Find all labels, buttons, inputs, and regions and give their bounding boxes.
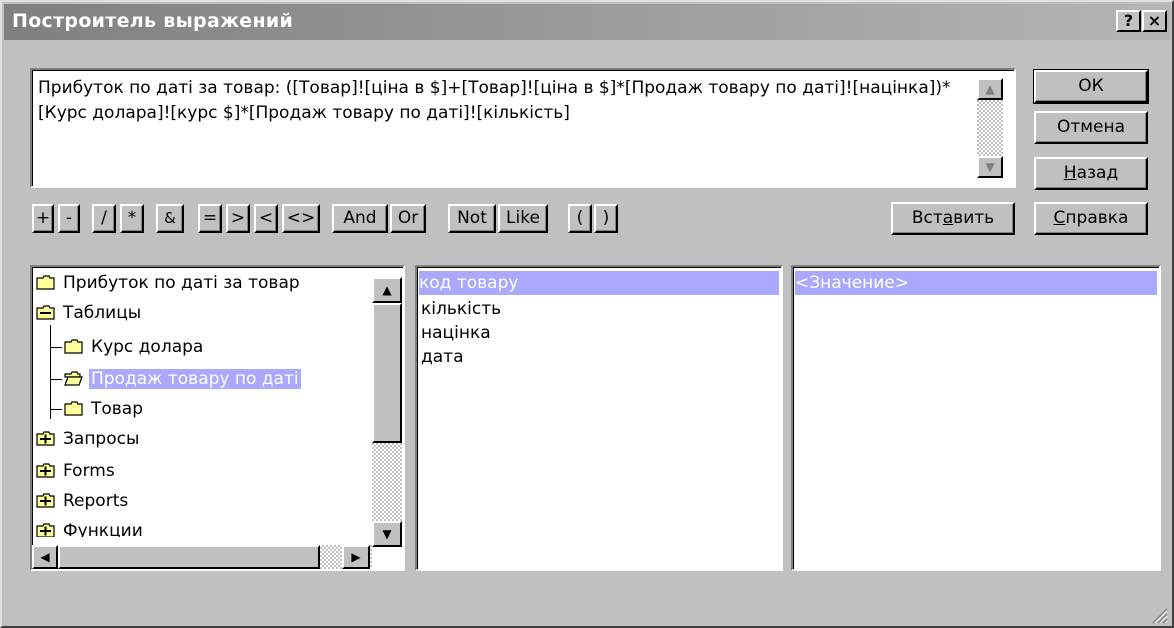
expression-text: Прибуток по даті за товар: ([Товар]![цін…: [38, 78, 951, 123]
op-not-button[interactable]: Not: [448, 204, 496, 233]
close-title-button[interactable]: ×: [1142, 10, 1167, 32]
op-close-paren-button[interactable]: ): [594, 204, 618, 233]
help-title-button[interactable]: ?: [1116, 10, 1141, 32]
tree-item-reports[interactable]: Reports: [36, 487, 130, 515]
tree-item-tovar[interactable]: Товар: [64, 395, 145, 423]
help-label: правка: [1065, 208, 1129, 228]
op-and-button[interactable]: And: [332, 204, 388, 233]
ok-button[interactable]: ОК: [1033, 69, 1149, 104]
folder-icon: [36, 275, 55, 290]
tree-item-forms[interactable]: Forms: [36, 457, 117, 485]
folder-plus-icon: [36, 493, 55, 508]
tree-item-queries[interactable]: Запросы: [36, 425, 141, 453]
folder-plus-icon: [36, 463, 55, 478]
op-open-paren-button[interactable]: (: [568, 204, 592, 233]
tree-item-prodazh[interactable]: Продаж товару по даті: [64, 365, 301, 393]
back-label: азад: [1076, 163, 1119, 183]
scroll-down-button[interactable]: ▼: [977, 156, 1003, 178]
tree-item-functions[interactable]: Функции: [36, 519, 145, 537]
op-plus-button[interactable]: +: [32, 204, 54, 233]
window-title: Построитель выражений: [12, 10, 294, 32]
tree-scroll-right-button[interactable]: ▶: [342, 545, 370, 569]
back-button[interactable]: Назад: [1034, 157, 1148, 190]
expression-scrollbar[interactable]: ▲ ▼: [977, 78, 1003, 178]
tree-hscrollbar[interactable]: ◀ ▶: [32, 545, 372, 569]
size-grip-icon[interactable]: [1150, 606, 1168, 624]
back-accel: Н: [1063, 163, 1077, 183]
list-item[interactable]: націнка: [421, 321, 491, 345]
tree-item-prybutok[interactable]: Прибуток по даті за товар: [36, 269, 302, 297]
paste-accel: а: [942, 208, 954, 228]
list-item[interactable]: дата: [421, 345, 464, 369]
op-or-button[interactable]: Or: [390, 204, 426, 233]
op-multiply-button[interactable]: *: [120, 204, 144, 233]
tree-scroll-thumb[interactable]: [372, 303, 402, 443]
op-concat-button[interactable]: &: [156, 204, 184, 233]
help-accel: С: [1053, 208, 1066, 228]
expression-builder-dialog: Построитель выражений ? × Прибуток по да…: [0, 0, 1174, 628]
tree-scroll-up-button[interactable]: ▲: [372, 277, 402, 303]
tree-scroll-left-button[interactable]: ◀: [32, 545, 58, 569]
folder-plus-icon: [36, 431, 55, 446]
op-like-button[interactable]: Like: [498, 204, 548, 233]
tree-scroll-down-button[interactable]: ▼: [372, 521, 402, 547]
scroll-up-button[interactable]: ▲: [977, 78, 1003, 100]
tree-item-tables[interactable]: Таблицы: [36, 299, 143, 327]
paste-button[interactable]: Вставить: [891, 202, 1015, 235]
cancel-button[interactable]: Отмена: [1034, 111, 1148, 144]
op-notequal-button[interactable]: <>: [282, 204, 320, 233]
tree-hscroll-thumb[interactable]: [58, 545, 320, 569]
op-equal-button[interactable]: =: [198, 204, 222, 233]
values-list[interactable]: <Значение>: [791, 265, 1161, 571]
paste-label-pre: Вст: [911, 208, 943, 228]
help-button[interactable]: Справка: [1034, 202, 1148, 235]
folder-icon: [64, 339, 83, 354]
list-item[interactable]: код товару: [419, 271, 779, 295]
expression-textbox[interactable]: Прибуток по даті за товар: ([Товар]![цін…: [30, 68, 1016, 188]
list-item[interactable]: <Значение>: [795, 271, 1157, 295]
tree-item-kurs-dolara[interactable]: Курс долара: [64, 333, 205, 361]
folder-open-icon: [64, 371, 83, 386]
object-tree[interactable]: Прибуток по даті за товар Таблицы Курс д…: [30, 265, 405, 571]
list-item[interactable]: кількість: [421, 297, 501, 321]
op-less-button[interactable]: <: [254, 204, 278, 233]
folder-icon: [64, 401, 83, 416]
folder-minus-icon: [36, 305, 55, 320]
fields-list[interactable]: код товару кількість націнка дата: [415, 265, 783, 571]
title-bar: Построитель выражений ? ×: [4, 4, 1170, 40]
folder-plus-icon: [36, 523, 55, 537]
op-greater-button[interactable]: >: [226, 204, 250, 233]
op-minus-button[interactable]: -: [58, 204, 80, 233]
paste-label-post: вить: [953, 208, 995, 228]
op-divide-button[interactable]: /: [92, 204, 116, 233]
tree-vscrollbar[interactable]: ▲ ▼: [372, 277, 402, 547]
